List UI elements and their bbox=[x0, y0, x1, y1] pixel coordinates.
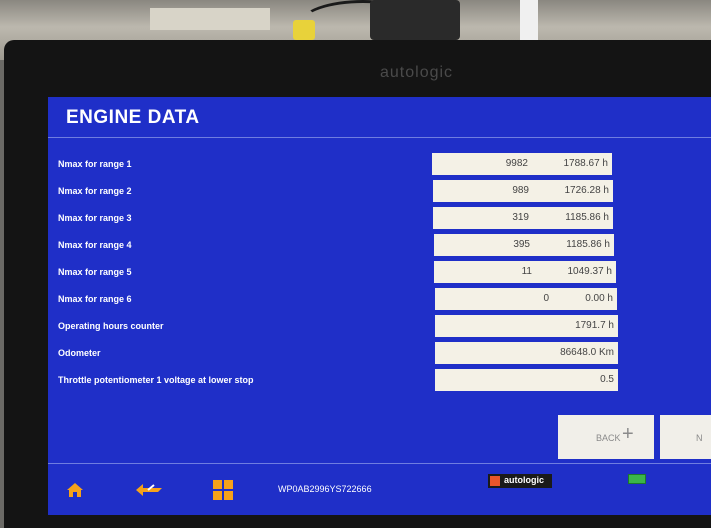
row-value-box: 0.5 bbox=[435, 369, 618, 391]
row-hours: 1791.7 h bbox=[575, 320, 614, 331]
row-count: 989 bbox=[512, 185, 529, 196]
vin-label: WP0AB2996YS722666 bbox=[278, 484, 372, 494]
grid-menu-icon[interactable] bbox=[213, 480, 233, 500]
background-shelf bbox=[150, 8, 270, 30]
row-value-box: 1791.7 h bbox=[435, 315, 618, 337]
row-label: Odometer bbox=[58, 348, 101, 358]
next-button-label: N bbox=[696, 433, 703, 443]
device-brand-label: autologic bbox=[380, 64, 454, 81]
title-bar: ENGINE DATA bbox=[48, 97, 711, 138]
row-label: Nmax for range 6 bbox=[58, 294, 132, 304]
row-count: 11 bbox=[521, 266, 532, 277]
row-hours: 1726.28 h bbox=[564, 185, 610, 196]
data-row: Nmax for range 5 11 1049.37 h bbox=[48, 261, 711, 285]
row-label: Nmax for range 4 bbox=[58, 240, 132, 250]
back-arrow-icon[interactable] bbox=[134, 481, 164, 499]
autologic-logo: autologic bbox=[488, 474, 552, 488]
row-hours: 1049.37 h bbox=[567, 266, 613, 277]
plus-icon: + bbox=[622, 423, 634, 445]
diagnostic-screen: ENGINE DATA Nmax for range 1 9982 1788.6… bbox=[48, 97, 711, 515]
background-connector bbox=[370, 0, 460, 40]
data-row: Odometer 86648.0 Km bbox=[48, 342, 711, 366]
data-row: Operating hours counter 1791.7 h bbox=[48, 315, 711, 339]
row-label: Throttle potentiometer 1 voltage at lowe… bbox=[58, 375, 254, 385]
row-value-box: 11 1049.37 h bbox=[434, 261, 616, 283]
row-count: 0 bbox=[543, 293, 549, 304]
row-value-box: 86648.0 Km bbox=[435, 342, 618, 364]
row-value-box: 395 1185.86 h bbox=[434, 234, 614, 256]
data-row: Nmax for range 4 395 1185.86 h bbox=[48, 234, 711, 258]
row-label: Nmax for range 1 bbox=[58, 159, 132, 169]
row-count: 395 bbox=[513, 239, 530, 250]
row-count: 9982 bbox=[505, 158, 528, 169]
next-button[interactable]: N bbox=[660, 415, 711, 459]
row-value-box: 989 1726.28 h bbox=[433, 180, 613, 202]
page-title: ENGINE DATA bbox=[66, 107, 200, 128]
row-label: Nmax for range 5 bbox=[58, 267, 132, 277]
row-label: Nmax for range 3 bbox=[58, 213, 132, 223]
back-button-label: BACK bbox=[596, 433, 621, 443]
row-hours: 1185.86 h bbox=[566, 239, 610, 250]
data-row: Nmax for range 2 989 1726.28 h bbox=[48, 180, 711, 204]
row-count: 319 bbox=[512, 212, 529, 223]
autologic-logo-icon bbox=[490, 476, 500, 486]
bottom-toolbar: WP0AB2996YS722666 autologic bbox=[48, 463, 711, 515]
data-row: Nmax for range 1 9982 1788.67 h bbox=[48, 153, 711, 177]
row-hours: 0.00 h bbox=[585, 293, 613, 304]
row-hours: 86648.0 Km bbox=[560, 347, 614, 358]
logo-text: autologic bbox=[504, 475, 544, 485]
background-pole bbox=[520, 0, 538, 45]
row-hours: 1185.86 h bbox=[565, 212, 609, 223]
data-row: Nmax for range 6 0 0.00 h bbox=[48, 288, 711, 312]
row-label: Nmax for range 2 bbox=[58, 186, 132, 196]
battery-icon bbox=[628, 474, 646, 484]
back-button[interactable]: BACK + bbox=[558, 415, 654, 459]
data-row: Throttle potentiometer 1 voltage at lowe… bbox=[48, 369, 711, 393]
home-icon[interactable] bbox=[66, 482, 84, 498]
row-value-box: 9982 1788.67 h bbox=[432, 153, 612, 175]
row-hours: 0.5 bbox=[600, 374, 614, 385]
row-value-box: 0 0.00 h bbox=[435, 288, 617, 310]
row-label: Operating hours counter bbox=[58, 321, 164, 331]
row-hours: 1788.67 h bbox=[563, 158, 609, 169]
data-row: Nmax for range 3 319 1185.86 h bbox=[48, 207, 711, 231]
row-value-box: 319 1185.86 h bbox=[433, 207, 613, 229]
